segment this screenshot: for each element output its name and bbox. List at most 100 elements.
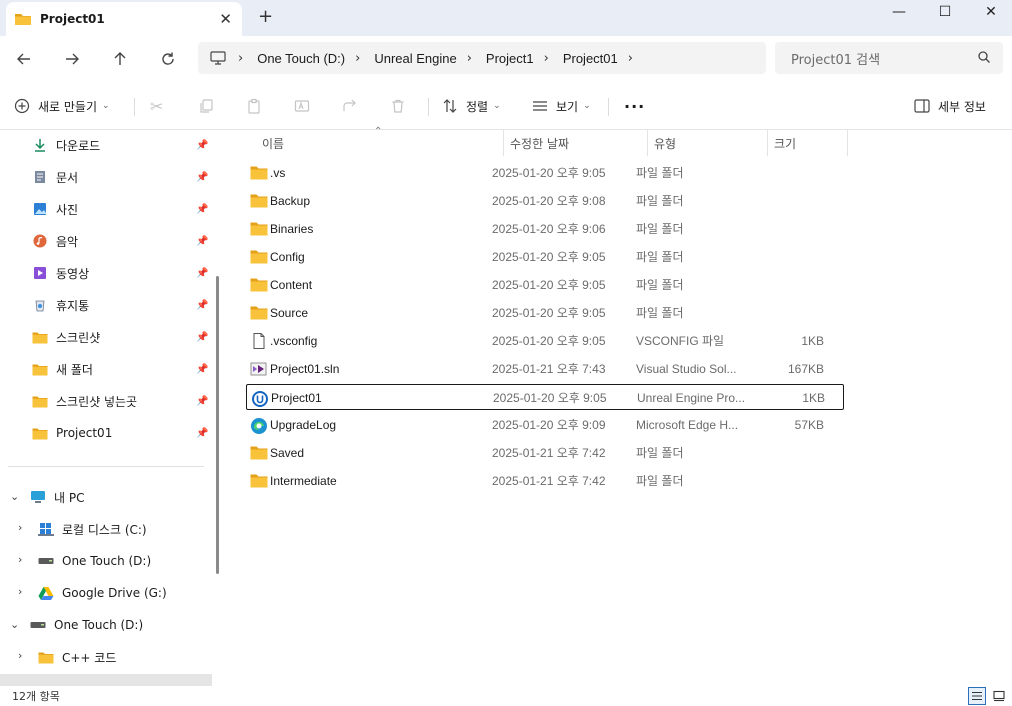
column-divider[interactable] [647,130,648,156]
chevron-down-icon[interactable]: ⌄ [10,490,19,503]
sidebar-item-downloads[interactable]: 다운로드 [32,130,100,160]
status-bar: 12개 항목 [0,686,1012,706]
refresh-button[interactable] [154,46,182,72]
item-count: 12개 항목 [12,690,60,703]
sidebar-item-label: One Touch (D:) [54,618,144,632]
sidebar-item-this-pc[interactable]: 내 PC [30,482,84,512]
close-window-button[interactable]: ✕ [968,0,1012,24]
copy-button[interactable] [198,94,214,118]
cut-button[interactable]: ✂ [150,94,163,118]
sort-button[interactable]: 정렬 ⌄ [442,94,501,118]
pin-icon: 📌 [196,300,209,311]
table-row[interactable]: Backup 2025-01-20 오후 9:08 파일 폴더 [246,188,844,214]
breadcrumb-project01[interactable]: Project01 [563,51,618,66]
table-row[interactable]: Binaries 2025-01-20 오후 9:06 파일 폴더 [246,216,844,242]
sort-ascending-icon: ⌃ [374,126,383,137]
breadcrumb-project1[interactable]: Project1 [486,51,534,66]
table-row[interactable]: .vsconfig 2025-01-20 오후 9:05 VSCONFIG 파일 1K… [246,328,844,354]
chevron-right-icon[interactable]: › [18,553,22,566]
sidebar-item-one-touch-d[interactable]: One Touch (D:) [38,546,151,576]
view-button[interactable]: 보기 ⌄ [532,94,591,118]
table-row[interactable]: Config 2025-01-20 오후 9:05 파일 폴더 [246,244,844,270]
paste-button[interactable] [246,94,262,118]
chevron-right-icon[interactable]: › [18,521,22,534]
sidebar-item-local-disk-c[interactable]: 로컬 디스크 (C:) [38,514,147,544]
computer-icon [30,489,46,505]
file-type: 파일 폴더 [636,306,684,320]
sidebar-item-partial[interactable] [0,674,212,686]
column-divider[interactable] [767,130,768,156]
forward-button[interactable] [58,46,86,72]
file-name: Source [270,306,309,320]
tiles-view-button[interactable] [990,687,1008,705]
up-button[interactable] [106,46,134,72]
sidebar-item-project01[interactable]: Project01 [32,418,112,448]
minimize-button[interactable]: — [876,0,922,24]
chevron-right-icon[interactable]: › [18,585,22,598]
chevron-right-icon: › [238,50,244,66]
sidebar-item-one-touch-expanded[interactable]: One Touch (D:) [30,610,143,640]
navigation-pane: 다운로드 📌 문서 📌 사진 📌 음악 📌 동영상 📌 휴지통 📌 스크린샷 📌… [0,130,212,686]
file-type: 파일 폴더 [636,278,684,292]
table-row[interactable]: UpgradeLog 2025-01-20 오후 9:09 Microsoft Ed… [246,412,844,438]
column-header-name[interactable]: 이름 [262,130,284,156]
file-name: Config [270,250,305,264]
search-placeholder: Project01 검색 [791,52,881,68]
sidebar-item-label: Google Drive (G:) [62,586,167,600]
column-header-type[interactable]: 유형 [654,130,676,156]
file-size [752,188,824,214]
rename-button[interactable] [294,94,310,118]
table-row[interactable]: Project01.sln 2025-01-21 오후 7:43 Visual St… [246,356,844,382]
title-bar: Project01 ✕ + — ☐ ✕ [0,0,1012,36]
file-name: .vs [270,166,286,180]
close-tab-icon[interactable]: ✕ [219,10,232,28]
breadcrumb-drive[interactable]: One Touch (D:) [257,51,345,66]
table-row[interactable]: Intermediate 2025-01-21 오후 7:42 파일 폴더 [246,468,844,494]
chevron-right-icon[interactable]: › [628,51,633,66]
delete-button[interactable] [390,94,406,118]
chevron-right-icon[interactable]: › [18,649,22,662]
table-row[interactable]: Source 2025-01-20 오후 9:05 파일 폴더 [246,300,844,326]
details-pane-button[interactable]: 세부 정보 [914,94,986,118]
divider [134,98,135,116]
maximize-button[interactable]: ☐ [922,0,968,24]
column-divider[interactable] [503,130,504,156]
file-date: 2025-01-20 오후 9:05 [493,391,607,405]
sidebar-item-recycle-bin[interactable]: 휴지통 [32,290,89,320]
table-row[interactable]: .vs 2025-01-20 오후 9:05 파일 폴더 [246,160,844,186]
back-button[interactable] [10,46,38,72]
sidebar-item-videos[interactable]: 동영상 [32,258,89,288]
sidebar-item-cpp-code[interactable]: C++ 코드 [38,642,116,672]
file-name: Binaries [270,222,314,236]
table-row[interactable]: Project01 2025-01-20 오후 9:05 Unreal Engine… [246,384,844,410]
sidebar-item-new-folder[interactable]: 새 폴더 [32,354,93,384]
column-header-size[interactable]: 크기 [774,130,796,156]
new-tab-button[interactable]: + [258,6,273,27]
folder-icon [32,393,48,409]
details-view-button[interactable] [968,687,986,705]
table-row[interactable]: Content 2025-01-20 오후 9:05 파일 폴더 [246,272,844,298]
chevron-down-icon[interactable]: ⌄ [10,618,19,631]
sidebar-item-screenshot-drop[interactable]: 스크린샷 넣는곳 [32,386,137,416]
sidebar-item-google-drive[interactable]: Google Drive (G:) [38,578,167,608]
sort-icon [443,99,457,113]
address-bar[interactable]: › One Touch (D:) › Unreal Engine › Proje… [198,42,766,74]
sidebar-scrollbar[interactable] [216,276,219,574]
breadcrumb-unreal-engine[interactable]: Unreal Engine [374,51,456,66]
column-header-date[interactable]: 수정한 날짜 [510,130,569,156]
sidebar-item-pictures[interactable]: 사진 [32,194,78,224]
sidebar-item-music[interactable]: 음악 [32,226,78,256]
view-label: 보기 [556,99,579,114]
share-button[interactable] [342,94,358,118]
folder-icon [32,361,48,377]
active-tab[interactable]: Project01 ✕ [6,2,242,36]
paste-icon [248,98,260,114]
details-view-icon [972,691,982,701]
new-button[interactable]: 새로 만들기 ⌄ [14,94,110,118]
sidebar-item-screenshots[interactable]: 스크린샷 [32,322,100,352]
sidebar-item-documents[interactable]: 문서 [32,162,78,192]
table-row[interactable]: Saved 2025-01-21 오후 7:42 파일 폴더 [246,440,844,466]
column-divider[interactable] [847,130,848,156]
search-input[interactable]: Project01 검색 [775,42,1003,74]
more-options-button[interactable]: ··· [624,94,645,118]
